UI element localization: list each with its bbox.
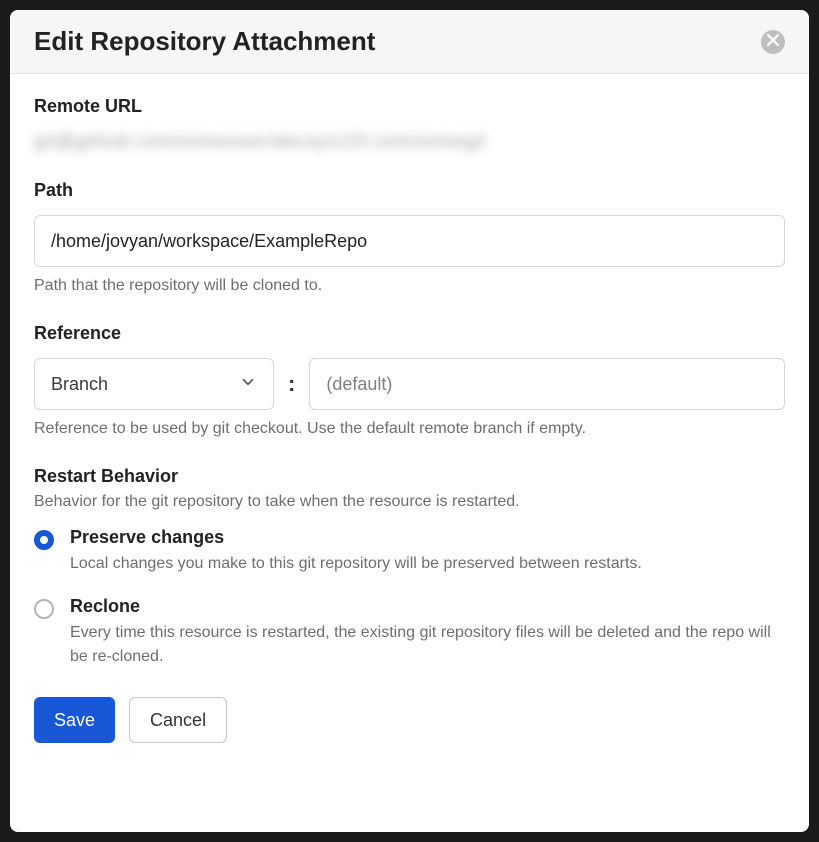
radio-reclone[interactable]: Reclone Every time this resource is rest…: [34, 596, 785, 669]
restart-behavior-group: Restart Behavior Behavior for the git re…: [34, 466, 785, 669]
path-hint: Path that the repository will be cloned …: [34, 277, 785, 295]
radio-indicator-reclone: [34, 599, 54, 619]
remote-url-group: Remote URL git@github.com/someuser/abcxy…: [34, 96, 785, 152]
restart-behavior-hint: Behavior for the git repository to take …: [34, 493, 785, 511]
modal-header: Edit Repository Attachment: [10, 10, 809, 74]
reference-type-value: Branch: [51, 374, 108, 395]
remote-url-value: git@github.com/someuser/abcxyz123.com/so…: [34, 131, 785, 152]
reference-label: Reference: [34, 323, 785, 344]
cancel-button[interactable]: Cancel: [129, 697, 227, 743]
modal-body: Remote URL git@github.com/someuser/abcxy…: [10, 74, 809, 832]
radio-desc-preserve: Local changes you make to this git repos…: [70, 552, 785, 576]
save-button[interactable]: Save: [34, 697, 115, 743]
close-icon: [767, 34, 779, 49]
close-button[interactable]: [761, 30, 785, 54]
reference-value-input[interactable]: [309, 358, 785, 410]
restart-behavior-label: Restart Behavior: [34, 466, 785, 487]
radio-desc-reclone: Every time this resource is restarted, t…: [70, 621, 785, 669]
radio-text-reclone: Reclone Every time this resource is rest…: [70, 596, 785, 669]
radio-title-reclone: Reclone: [70, 596, 785, 617]
chevron-down-icon: [239, 373, 257, 396]
edit-repo-attachment-modal: Edit Repository Attachment Remote URL gi…: [10, 10, 809, 832]
radio-text-preserve: Preserve changes Local changes you make …: [70, 527, 785, 576]
radio-indicator-preserve: [34, 530, 54, 550]
path-group: Path Path that the repository will be cl…: [34, 180, 785, 295]
reference-type-select[interactable]: Branch: [34, 358, 274, 410]
reference-hint: Reference to be used by git checkout. Us…: [34, 420, 785, 438]
modal-title: Edit Repository Attachment: [34, 26, 375, 57]
radio-preserve-changes[interactable]: Preserve changes Local changes you make …: [34, 527, 785, 576]
radio-title-preserve: Preserve changes: [70, 527, 785, 548]
reference-group: Reference Branch : Reference to be used …: [34, 323, 785, 438]
remote-url-label: Remote URL: [34, 96, 785, 117]
path-label: Path: [34, 180, 785, 201]
path-input[interactable]: [34, 215, 785, 267]
reference-row: Branch :: [34, 358, 785, 410]
modal-actions: Save Cancel: [34, 697, 785, 743]
reference-colon: :: [288, 371, 295, 397]
